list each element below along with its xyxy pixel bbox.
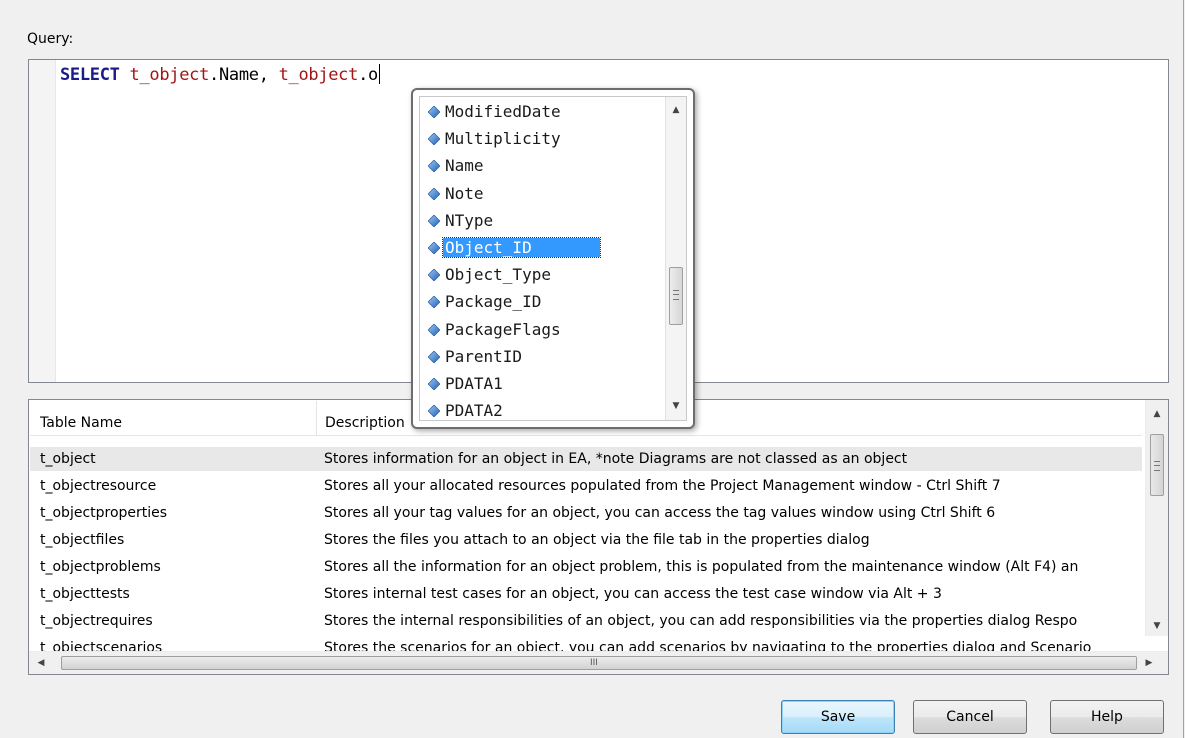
table-list[interactable]: Table Name Description t_object Stores in… bbox=[28, 399, 1169, 675]
grip-icon bbox=[673, 290, 679, 300]
table-name-cell: t_objectproblems bbox=[40, 559, 161, 575]
scroll-down-arrow-icon[interactable]: ▼ bbox=[666, 397, 686, 415]
field-diamond-icon bbox=[428, 269, 440, 282]
vertical-scroll-thumb[interactable] bbox=[1150, 434, 1164, 496]
field-diamond-icon bbox=[428, 214, 440, 227]
table-row[interactable]: t_objectproblems Stores all the informati… bbox=[30, 555, 1142, 579]
autocomplete-item-label: PDATA2 bbox=[445, 401, 503, 421]
autocomplete-list[interactable]: ModifiedDate Multiplicity Name Note NType Obj… bbox=[419, 96, 687, 421]
scroll-down-arrow-icon[interactable]: ▼ bbox=[1146, 616, 1168, 636]
save-button[interactable]: Save bbox=[781, 700, 895, 734]
sql-table-ref: t_object bbox=[278, 65, 359, 85]
table-row[interactable]: t_objecttests Stores internal test cases … bbox=[30, 582, 1142, 606]
autocomplete-item[interactable]: PackageFlags bbox=[422, 317, 662, 343]
autocomplete-item-label: Object_Type bbox=[445, 265, 551, 285]
autocomplete-item-label: Multiplicity bbox=[445, 129, 561, 149]
field-diamond-icon bbox=[428, 106, 440, 118]
table-row[interactable]: t_objectproperties Stores all your tag va… bbox=[30, 501, 1142, 525]
autocomplete-item[interactable]: Package_ID bbox=[422, 289, 662, 315]
table-row[interactable]: t_objectresource Stores all your allocate… bbox=[30, 474, 1142, 498]
description-cell: Stores the files you attach to an object… bbox=[324, 532, 870, 548]
autocomplete-scrollbar[interactable]: ▲ ▼ bbox=[665, 97, 686, 420]
scroll-up-arrow-icon[interactable]: ▲ bbox=[666, 101, 686, 119]
table-name-cell: t_objectresource bbox=[40, 478, 157, 494]
query-text[interactable]: SELECT t_object.Name, t_object.o bbox=[60, 64, 380, 85]
query-label: Query: bbox=[27, 31, 74, 47]
description-cell: Stores all your allocated resources popu… bbox=[324, 478, 1001, 494]
cancel-button[interactable]: Cancel bbox=[913, 700, 1027, 734]
description-cell: Stores internal test cases for an object… bbox=[324, 586, 942, 602]
table-name-cell: t_objectfiles bbox=[40, 532, 125, 548]
autocomplete-item-label: ModifiedDate bbox=[445, 102, 561, 121]
table-row[interactable]: t_objectfiles Stores the files you attach… bbox=[30, 528, 1142, 552]
autocomplete-item[interactable]: Object_ID bbox=[422, 235, 662, 261]
autocomplete-popup: ModifiedDate Multiplicity Name Note NType Obj… bbox=[411, 88, 695, 429]
field-diamond-icon bbox=[428, 296, 440, 309]
grip-icon bbox=[1154, 461, 1160, 471]
autocomplete-item-label: Note bbox=[445, 183, 484, 203]
description-cell: Stores the internal responsibilities of … bbox=[324, 613, 1078, 629]
field-diamond-icon bbox=[428, 160, 440, 173]
field-diamond-icon bbox=[428, 242, 440, 254]
autocomplete-item-label: ParentID bbox=[445, 346, 523, 366]
autocomplete-item-label: Object_ID bbox=[442, 237, 601, 258]
field-diamond-icon bbox=[428, 133, 440, 146]
field-diamond-icon bbox=[428, 405, 440, 418]
sql-typed-text: .o bbox=[358, 65, 378, 85]
autocomplete-item[interactable]: ModifiedDate bbox=[422, 99, 662, 125]
autocomplete-item-label: NType bbox=[445, 210, 494, 230]
editor-gutter bbox=[29, 60, 56, 382]
autocomplete-item[interactable]: NType bbox=[422, 208, 662, 234]
autocomplete-scroll-thumb[interactable] bbox=[669, 267, 683, 325]
description-cell: Stores information for an object in EA, … bbox=[324, 451, 908, 467]
autocomplete-item-label: Package_ID bbox=[445, 292, 542, 312]
autocomplete-item[interactable]: ParentID bbox=[422, 344, 662, 370]
scroll-left-arrow-icon[interactable]: ◀ bbox=[31, 652, 51, 674]
autocomplete-item[interactable]: Multiplicity bbox=[422, 126, 662, 152]
table-name-cell: t_objectrequires bbox=[40, 613, 153, 629]
table-name-cell: t_objectproperties bbox=[40, 505, 168, 521]
field-diamond-icon bbox=[428, 187, 440, 200]
description-cell: Stores all your tag values for an object… bbox=[324, 505, 996, 521]
horizontal-scroll-thumb[interactable]: III bbox=[61, 656, 1137, 670]
autocomplete-item-label: PDATA1 bbox=[445, 374, 503, 393]
scroll-right-arrow-icon[interactable]: ▶ bbox=[1139, 652, 1159, 674]
autocomplete-item-label: Name bbox=[445, 156, 484, 176]
table-name-cell: t_object bbox=[40, 451, 96, 467]
field-diamond-icon bbox=[428, 378, 440, 390]
field-diamond-icon bbox=[428, 323, 440, 336]
table-row[interactable]: t_object Stores information for an object… bbox=[30, 447, 1142, 471]
sql-field-text: .Name, bbox=[209, 65, 279, 85]
description-cell: Stores all the information for an object… bbox=[324, 559, 1079, 575]
field-diamond-icon bbox=[428, 350, 440, 363]
sql-keyword: SELECT bbox=[60, 65, 120, 85]
vertical-scrollbar[interactable]: ▲ ▼ bbox=[1145, 400, 1168, 636]
table-row[interactable]: t_objectrequires Stores the internal resp… bbox=[30, 609, 1142, 633]
horizontal-scrollbar[interactable]: ◀ III ▶ bbox=[29, 651, 1168, 674]
table-name-cell: t_objecttests bbox=[40, 586, 130, 602]
autocomplete-item[interactable]: Name bbox=[422, 153, 662, 179]
sql-table-ref: t_object bbox=[129, 65, 210, 85]
scroll-up-arrow-icon[interactable]: ▲ bbox=[1146, 404, 1168, 424]
help-button[interactable]: Help bbox=[1050, 700, 1164, 734]
autocomplete-item[interactable]: Note bbox=[422, 181, 662, 207]
column-header-table-name[interactable]: Table Name bbox=[30, 401, 317, 435]
grip-icon: III bbox=[590, 658, 598, 668]
autocomplete-item[interactable]: PDATA1 bbox=[422, 371, 662, 397]
autocomplete-item[interactable]: PDATA2 bbox=[422, 398, 662, 421]
text-caret bbox=[378, 64, 380, 84]
autocomplete-item[interactable]: Object_Type bbox=[422, 262, 662, 288]
autocomplete-item-label: PackageFlags bbox=[445, 319, 561, 339]
